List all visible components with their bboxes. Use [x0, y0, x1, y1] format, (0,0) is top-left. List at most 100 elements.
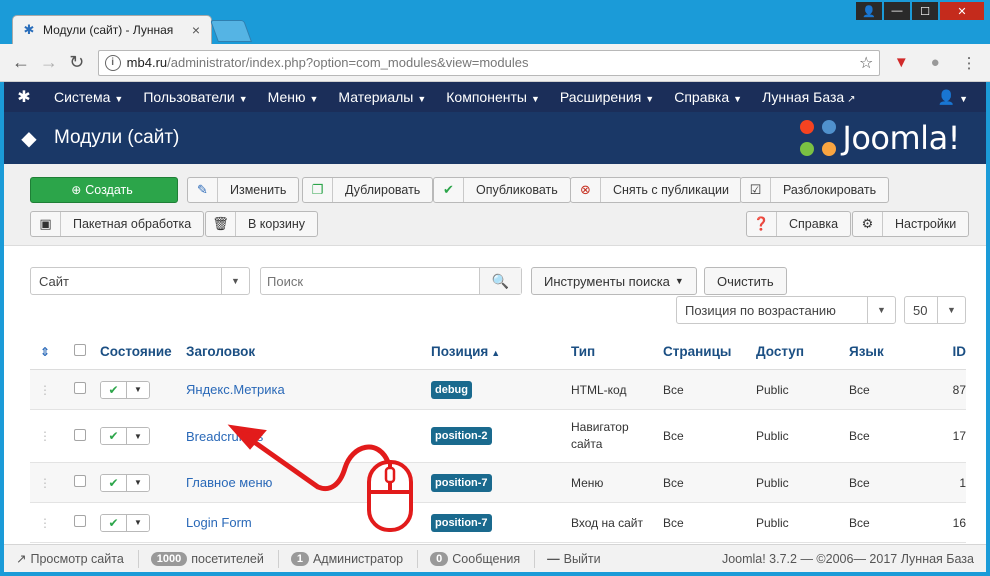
- drag-handle-icon[interactable]: ⋮: [30, 429, 60, 443]
- messages-status[interactable]: 0 Сообщения: [430, 551, 521, 566]
- joomla-mark-icon: [800, 120, 837, 156]
- select-all-checkbox[interactable]: [60, 344, 100, 359]
- user-profile-icon[interactable]: 👤: [856, 2, 882, 20]
- modules-table: ⇕ Состояние Заголовок Позиция ▲ Тип Стран…: [30, 334, 966, 543]
- table-row: ⋮ ✔ ▼ Яндекс.Метрика debug HTML-код Все P…: [30, 370, 966, 410]
- caret-down-icon: ▼: [417, 94, 427, 104]
- duplicate-button[interactable]: ❐ Дублировать: [302, 177, 434, 203]
- ordering-sort-icon[interactable]: ⇕: [30, 345, 60, 359]
- admins-status[interactable]: 1 Администратор: [290, 551, 404, 566]
- drag-handle-icon[interactable]: ⋮: [30, 383, 60, 397]
- column-access[interactable]: Доступ: [756, 344, 849, 359]
- column-language[interactable]: Язык: [849, 344, 929, 359]
- publish-button[interactable]: ✔ Опубликовать: [433, 177, 571, 203]
- shield-extension-icon[interactable]: ▼: [888, 50, 914, 76]
- state-dropdown-icon[interactable]: ▼: [127, 514, 149, 531]
- drag-handle-icon[interactable]: ⋮: [30, 476, 60, 490]
- state-dropdown-icon[interactable]: ▼: [127, 474, 149, 491]
- joomla-brand: Joomla!: [800, 119, 960, 157]
- divider: [417, 549, 419, 568]
- edit-button[interactable]: ✎ Изменить: [187, 177, 300, 203]
- ordering-select[interactable]: Позиция по возрастанию ▼: [676, 296, 896, 324]
- state-dropdown-icon[interactable]: ▼: [127, 381, 149, 398]
- admins-label: Администратор: [312, 551, 404, 566]
- menu-components[interactable]: Компоненты ▼: [436, 89, 550, 105]
- column-title[interactable]: Заголовок: [186, 344, 431, 359]
- module-title: Breadcrumbs: [186, 429, 431, 444]
- globe-extension-icon[interactable]: ●: [922, 50, 948, 76]
- messages-label: Сообщения: [452, 551, 521, 566]
- module-title-link[interactable]: Главное меню: [186, 475, 272, 490]
- column-id[interactable]: ID: [929, 344, 967, 359]
- table-body: ⋮ ✔ ▼ Яндекс.Метрика debug HTML-код Все P…: [30, 370, 966, 543]
- clear-button[interactable]: Очистить: [704, 267, 787, 295]
- menu-content[interactable]: Материалы ▼: [328, 89, 436, 105]
- row-checkbox[interactable]: [60, 428, 100, 444]
- checkbox: [74, 515, 86, 527]
- search-button[interactable]: 🔍: [479, 268, 521, 294]
- copy-icon: ❐: [303, 178, 333, 202]
- user-menu[interactable]: 👤 ▼: [928, 89, 986, 106]
- logout-link[interactable]: — Выйти: [547, 552, 601, 566]
- browser-tab[interactable]: ✱ Модули (сайт) - Лунная ×: [12, 15, 212, 44]
- unpublish-button[interactable]: ⊗ Снять с публикации: [570, 177, 742, 203]
- row-checkbox[interactable]: [60, 382, 100, 397]
- state-dropdown-icon[interactable]: ▼: [127, 428, 149, 444]
- chevron-down-icon: ▼: [221, 268, 249, 294]
- menu-users[interactable]: Пользователи ▼: [133, 89, 257, 105]
- minimize-button[interactable]: —: [884, 2, 910, 20]
- batch-icon: ▣: [31, 212, 61, 236]
- column-pages[interactable]: Страницы: [663, 344, 756, 359]
- drag-handle-icon[interactable]: ⋮: [30, 516, 60, 530]
- caret-down-icon: ▼: [645, 94, 655, 104]
- address-bar[interactable]: i mb4.ru /administrator/index.php?option…: [97, 49, 881, 76]
- unpublish-label: Снять с публикации: [613, 183, 729, 197]
- published-check-icon[interactable]: ✔: [101, 381, 127, 398]
- reload-button[interactable]: ↻: [64, 50, 90, 76]
- published-check-icon[interactable]: ✔: [101, 428, 127, 444]
- column-position[interactable]: Позиция ▲: [431, 344, 571, 359]
- check-icon: ✔: [434, 178, 464, 202]
- back-button[interactable]: ←: [8, 50, 34, 76]
- row-checkbox[interactable]: [60, 475, 100, 490]
- limit-select[interactable]: 50 ▼: [904, 296, 966, 324]
- column-state[interactable]: Состояние: [100, 344, 186, 359]
- unlock-button[interactable]: ☑ Разблокировать: [740, 177, 890, 203]
- new-tab-button[interactable]: [209, 20, 253, 42]
- menu-extensions[interactable]: Расширения ▼: [550, 89, 664, 105]
- sort-ascending-icon: ▲: [491, 348, 501, 358]
- search-input[interactable]: [261, 268, 479, 294]
- create-button[interactable]: ⊕ Создать: [30, 177, 178, 203]
- search-tools-button[interactable]: Инструменты поиска ▼: [531, 267, 697, 295]
- options-button[interactable]: ⚙ Настройки: [852, 211, 970, 237]
- divider: [277, 549, 279, 568]
- module-title-link[interactable]: Breadcrumbs: [186, 429, 263, 444]
- module-position: position-7: [431, 513, 571, 532]
- help-button[interactable]: ❓ Справка: [746, 211, 852, 237]
- menu-menus[interactable]: Меню ▼: [258, 89, 329, 105]
- menu-help[interactable]: Справка ▼: [664, 89, 752, 105]
- menu-icon[interactable]: ⋮: [956, 50, 982, 76]
- published-check-icon[interactable]: ✔: [101, 514, 127, 531]
- bookmark-star-icon[interactable]: ☆: [859, 53, 873, 73]
- view-site-link[interactable]: ↗ Просмотр сайта: [16, 551, 124, 567]
- site-link[interactable]: Лунная База ↗: [752, 89, 865, 105]
- maximize-button[interactable]: ☐: [912, 2, 938, 20]
- row-checkbox[interactable]: [60, 515, 100, 530]
- client-select[interactable]: Сайт ▼: [30, 267, 250, 295]
- forward-button[interactable]: →: [36, 50, 62, 76]
- module-title-link[interactable]: Яндекс.Метрика: [186, 382, 285, 397]
- column-type[interactable]: Тип: [571, 344, 663, 359]
- published-check-icon[interactable]: ✔: [101, 474, 127, 491]
- module-language: Все: [849, 515, 870, 530]
- table-header: ⇕ Состояние Заголовок Позиция ▲ Тип Стран…: [30, 334, 966, 370]
- batch-button[interactable]: ▣ Пакетная обработка: [30, 211, 205, 237]
- trash-button[interactable]: 🗑 В корзину: [205, 211, 319, 237]
- joomla-logo-icon[interactable]: ✱: [4, 87, 44, 107]
- info-icon[interactable]: i: [104, 54, 121, 71]
- module-access: Public: [756, 429, 789, 443]
- close-tab-icon[interactable]: ×: [189, 22, 203, 38]
- close-window-button[interactable]: ✕: [940, 2, 984, 20]
- menu-system[interactable]: Система ▼: [44, 89, 133, 105]
- module-title-link[interactable]: Login Form: [186, 515, 252, 530]
